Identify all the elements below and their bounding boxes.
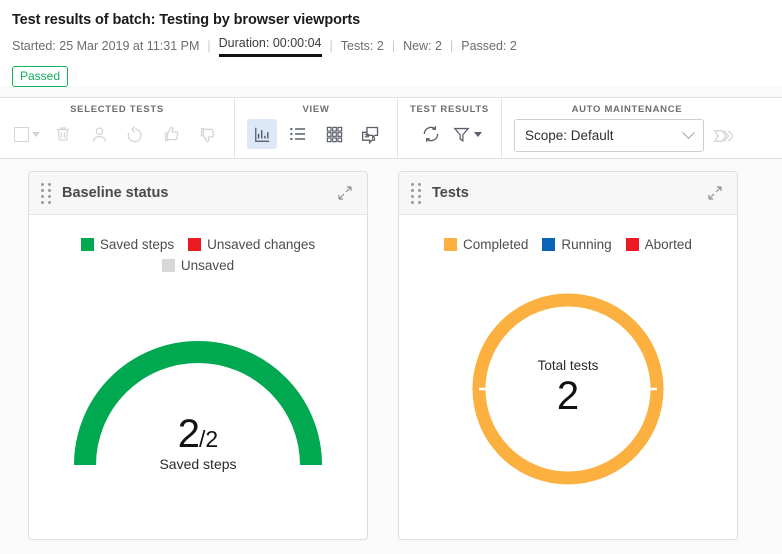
meta-duration: Duration: 00:00:04 [219,35,322,57]
baseline-gauge-chart: 2/2 Saved steps [63,322,333,482]
toolbar-group-view: VIEW [235,98,398,158]
meta-separator: | [322,38,341,55]
legend-item: Completed [444,237,528,252]
assign-user-icon[interactable] [84,119,114,149]
meta-started: Started: 25 Mar 2019 at 11:31 PM [12,38,199,55]
gauge-value: 2 [178,412,199,456]
delete-icon[interactable] [48,119,78,149]
chart-area-tests: Total tests 2 [399,252,737,539]
meta-new: New: 2 [403,38,442,55]
group-label-test-results: TEST RESULTS [410,104,489,115]
card-header-baseline-status: Baseline status [29,172,367,215]
legend-swatch [188,238,201,251]
undo-icon[interactable] [120,119,150,149]
legend-item: Unsaved [162,258,234,273]
card-title-baseline-status: Baseline status [62,185,337,201]
legend-label: Completed [463,237,528,252]
meta-separator: | [199,38,218,55]
legend-label: Unsaved [181,258,234,273]
drag-handle-icon[interactable] [41,183,51,204]
toolbar-group-selected-tests: SELECTED TESTS [0,98,235,158]
double-chevron-right-icon[interactable] [710,121,740,151]
meta-tests: Tests: 2 [341,38,384,55]
card-tests: Tests Completed Running [398,171,738,540]
toolbar-group-auto-maintenance: AUTO MAINTENANCE Scope: Default [502,98,752,158]
card-body-tests: Completed Running Aborted [399,215,737,539]
legend-tests: Completed Running Aborted [444,237,692,252]
thumbs-up-icon[interactable] [156,119,186,149]
group-label-selected-tests: SELECTED TESTS [70,104,164,115]
group-label-view: VIEW [302,104,329,115]
legend-baseline-status: Saved steps Unsaved changes Unsaved [48,237,348,273]
donut-value: 2 [557,373,579,419]
dashboard-cards: Baseline status Saved steps [0,159,782,540]
card-title-tests: Tests [432,185,707,201]
meta-passed: Passed: 2 [461,38,517,55]
legend-item: Aborted [626,237,692,252]
bar-chart-view-icon[interactable] [247,119,277,149]
gauge-denominator: /2 [199,426,218,452]
card-header-tests: Tests [399,172,737,215]
legend-swatch [81,238,94,251]
group-label-auto-maintenance: AUTO MAINTENANCE [572,104,683,115]
list-view-icon[interactable] [283,119,313,149]
page-header: Test results of batch: Testing by browse… [0,0,782,87]
legend-swatch [444,238,457,251]
drag-handle-icon[interactable] [411,183,421,204]
meta-separator: | [442,38,461,55]
chevron-down-icon [32,132,40,137]
meta-separator: | [384,38,403,55]
legend-swatch [162,259,175,272]
legend-item: Running [542,237,611,252]
chart-area-baseline-status: 2/2 Saved steps [29,273,367,539]
toolbar: SELECTED TESTS [0,97,782,159]
select-checkbox-dropdown[interactable] [12,119,42,149]
checkbox-icon [14,127,29,142]
scope-select[interactable]: Scope: Default [514,119,704,152]
card-body-baseline-status: Saved steps Unsaved changes Unsaved [29,215,367,539]
donut-center-label: Total tests 2 [468,289,668,489]
status-badge: Passed [12,66,68,87]
gauge-center-label: 2/2 Saved steps [63,415,333,472]
donut-caption: Total tests [538,358,599,373]
toolbar-group-test-results: TEST RESULTS [398,98,502,158]
test-results-page: Test results of batch: Testing by browse… [0,0,782,554]
legend-label: Saved steps [100,237,174,252]
grid-view-icon[interactable] [319,119,349,149]
gauge-caption: Saved steps [63,456,333,472]
legend-label: Aborted [645,237,692,252]
chevron-down-icon [682,126,695,139]
legend-swatch [542,238,555,251]
page-title: Test results of batch: Testing by browse… [12,10,770,30]
status-badge-wrap: Passed [12,66,770,87]
legend-item: Unsaved changes [188,237,315,252]
filter-icon[interactable] [452,119,482,149]
tests-donut-chart: Total tests 2 [468,289,668,489]
legend-item: Saved steps [81,237,174,252]
legend-label: Running [561,237,611,252]
thumbs-down-icon[interactable] [192,119,222,149]
card-baseline-status: Baseline status Saved steps [28,171,368,540]
legend-swatch [626,238,639,251]
comments-view-icon[interactable] [355,119,385,149]
expand-icon[interactable] [707,185,723,201]
chevron-down-icon [474,132,482,137]
legend-label: Unsaved changes [207,237,315,252]
scope-select-value: Scope: Default [525,128,614,143]
refresh-icon[interactable] [416,119,446,149]
gauge-value-row: 2/2 [63,415,333,453]
batch-meta-row: Started: 25 Mar 2019 at 11:31 PM | Durat… [12,35,770,57]
expand-icon[interactable] [337,185,353,201]
